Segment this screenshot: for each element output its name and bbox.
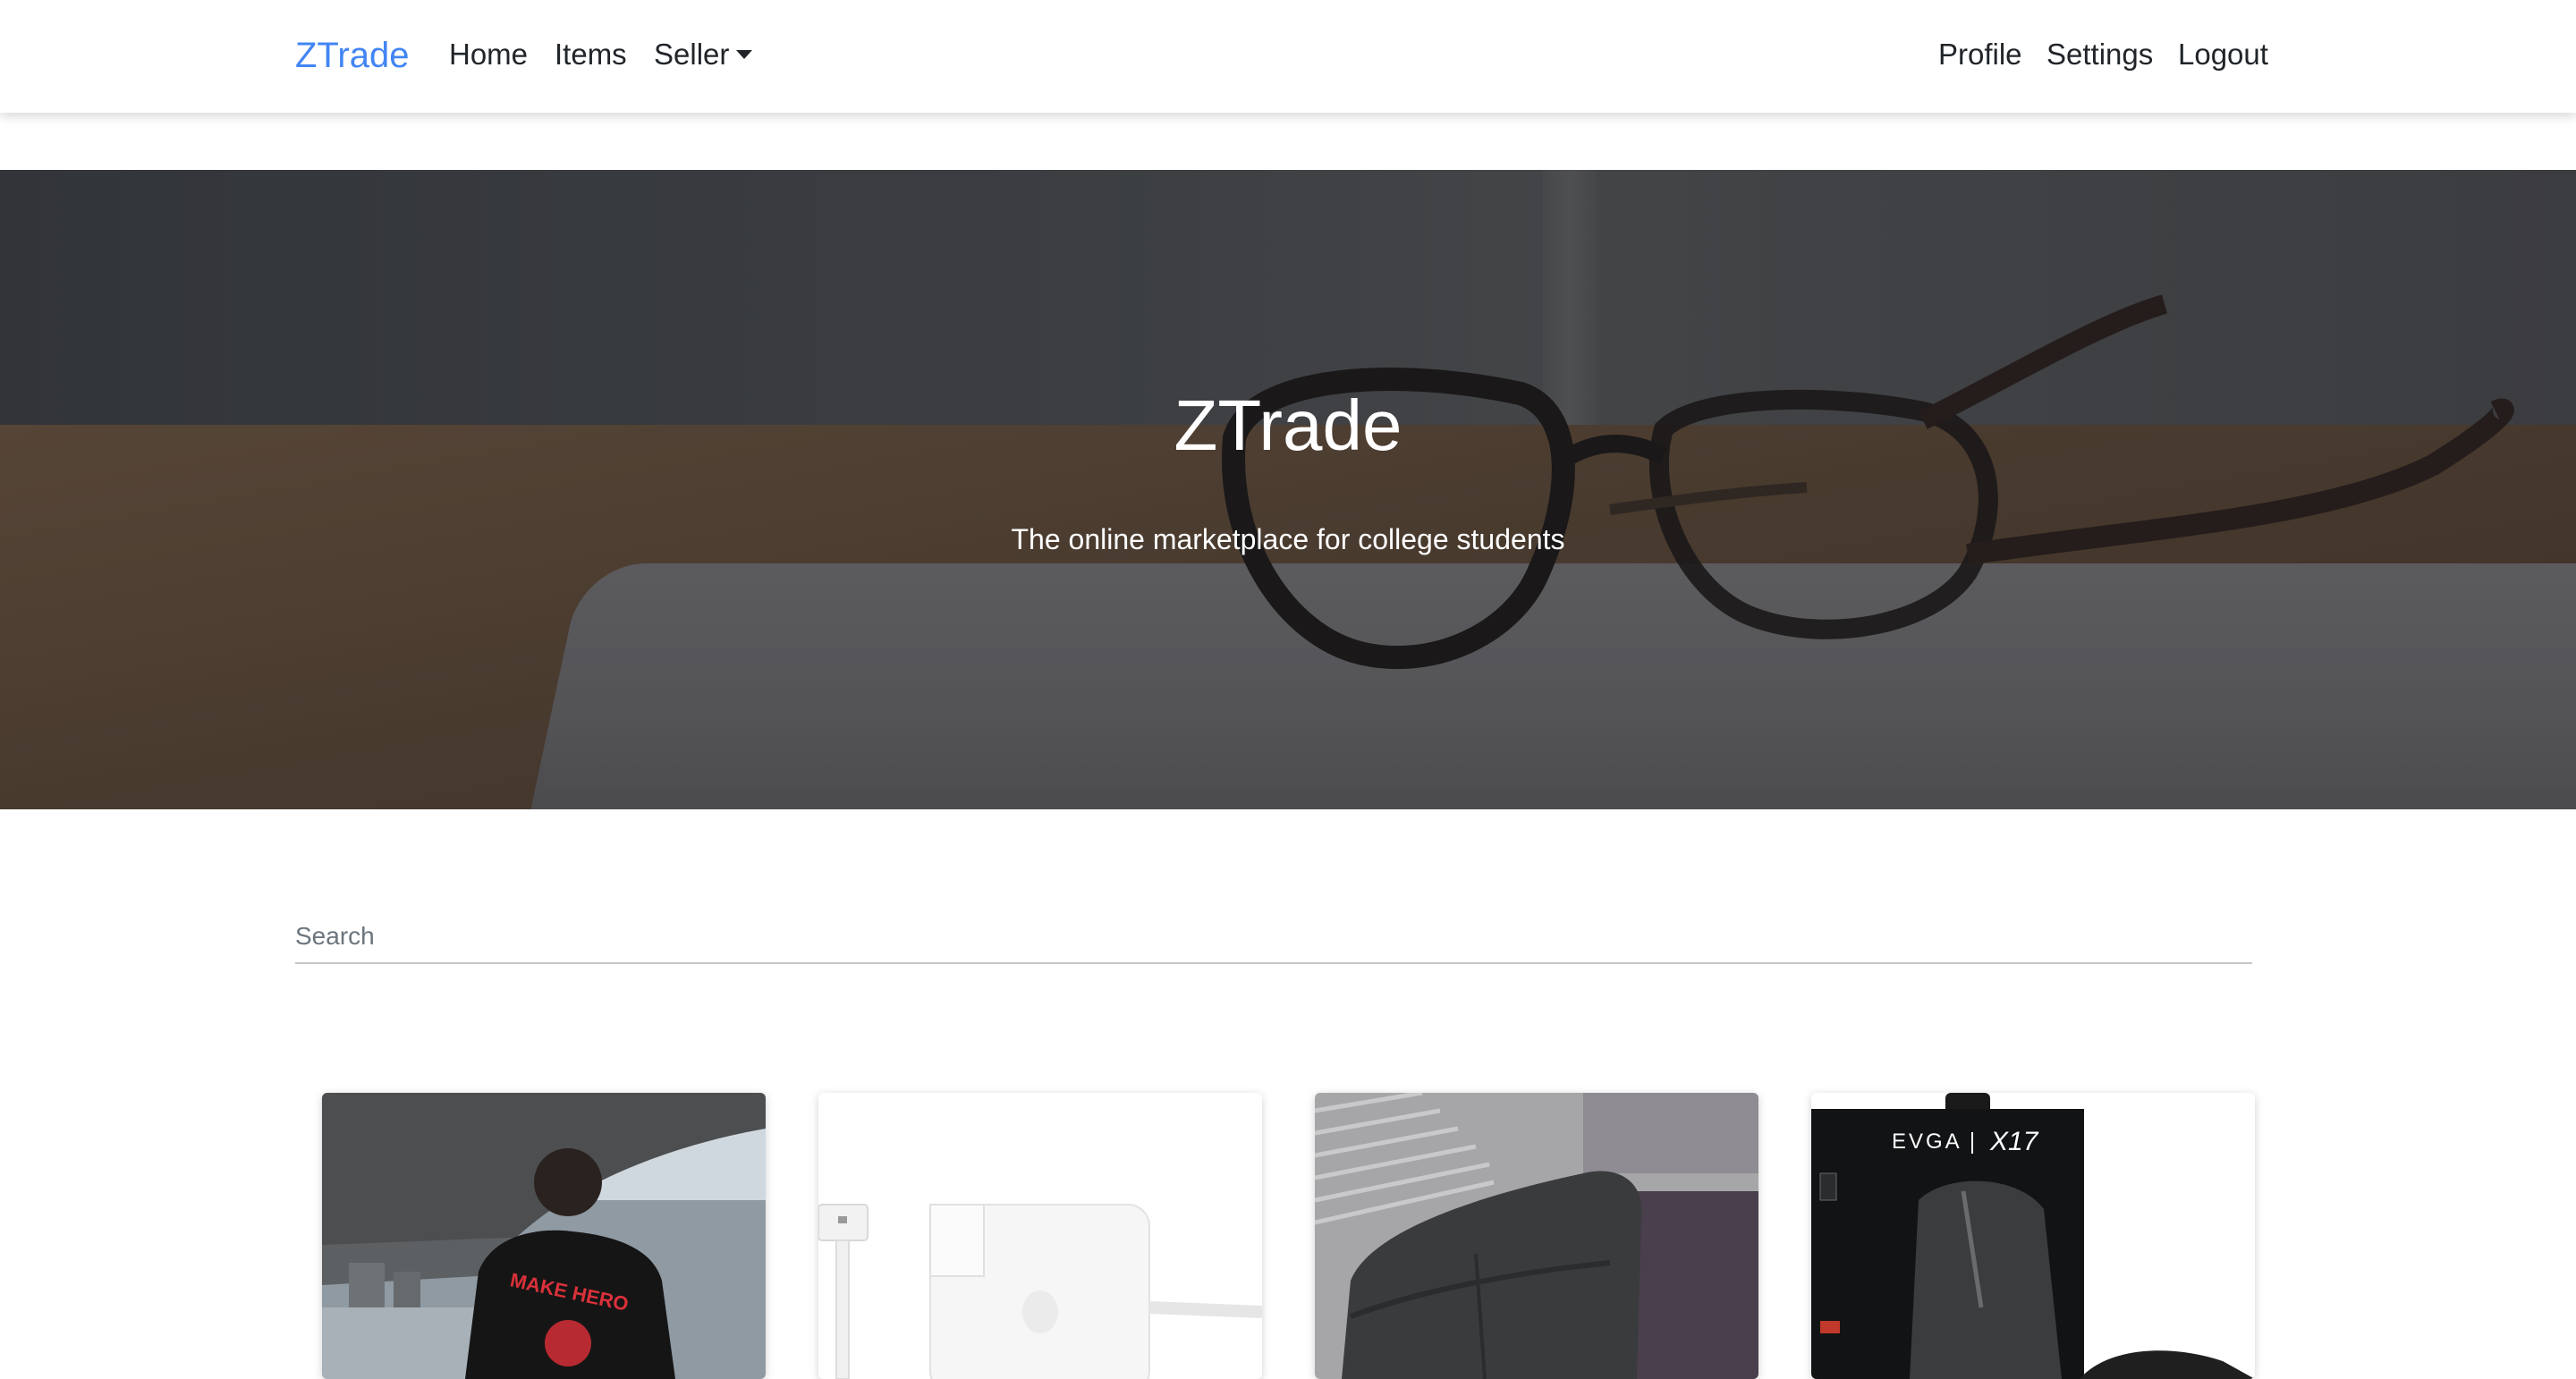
box-brand-text: EVGA: [1892, 1129, 1962, 1154]
nav-home-link[interactable]: Home: [449, 34, 528, 75]
hero-title: ZTrade: [1174, 385, 1402, 465]
box-model-text: X17: [1989, 1127, 2039, 1156]
caret-down-icon: [736, 50, 753, 59]
couch-photo: [1315, 1093, 1758, 1379]
nav-logout-link[interactable]: Logout: [2178, 34, 2268, 75]
hero-overlay: [0, 170, 2576, 809]
search-field: [295, 910, 2252, 964]
navbar: ZTrade Home Items Seller Profile Setting…: [0, 0, 2576, 113]
item-card[interactable]: MAKE HERO: [322, 1093, 766, 1379]
mouse-box-photo: EVGA X17: [1811, 1093, 2255, 1379]
hero-banner: ZTrade The online marketplace for colleg…: [0, 170, 2576, 809]
nav-profile-link[interactable]: Profile: [1938, 34, 2022, 75]
search-input[interactable]: [295, 910, 2252, 962]
hero-subtitle: The online marketplace for college stude…: [1011, 523, 1565, 555]
nav-settings-link[interactable]: Settings: [2046, 34, 2153, 75]
item-card[interactable]: EVGA X17: [1811, 1093, 2255, 1379]
brand-link[interactable]: ZTrade: [295, 32, 409, 79]
item-card[interactable]: [1315, 1093, 1758, 1379]
tshirt-photo: MAKE HERO: [322, 1093, 766, 1379]
nav-seller-dropdown[interactable]: Seller: [654, 34, 753, 75]
nav-seller-label: Seller: [654, 38, 730, 71]
nav-items-link[interactable]: Items: [555, 34, 627, 75]
charger-photo: [818, 1093, 1262, 1379]
item-card[interactable]: [818, 1093, 1262, 1379]
